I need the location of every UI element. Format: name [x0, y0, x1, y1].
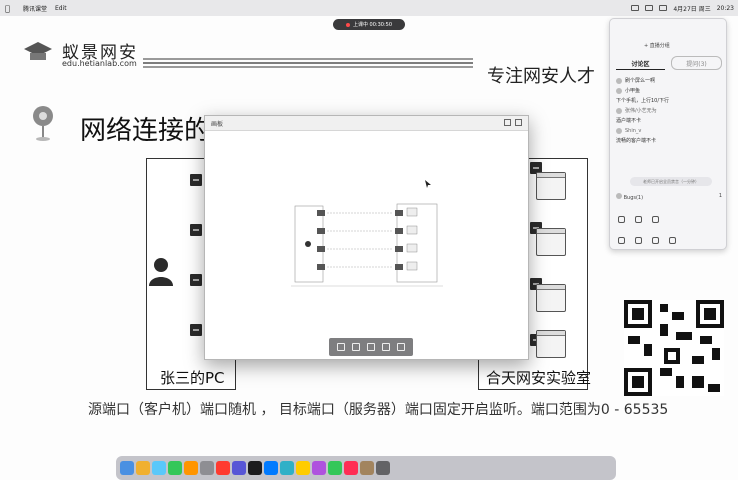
gift-icon[interactable]: [669, 237, 676, 244]
mail-icon[interactable]: [280, 461, 294, 475]
tab-discussion[interactable]: 讨论区: [616, 56, 665, 70]
screen:  腾讯课堂 Edit 4月27日 周三 20:23 蚁景网安 edu.heti…: [0, 0, 738, 480]
trash-icon[interactable]: [376, 461, 390, 475]
client-port-icon: [190, 224, 202, 236]
participant-name: Bugs(1): [623, 195, 644, 201]
launchpad-icon[interactable]: [136, 461, 150, 475]
calendar-icon[interactable]: [216, 461, 230, 475]
chat-tools-row: [618, 216, 659, 223]
menubar-date[interactable]: 4月27日 周三: [673, 4, 710, 13]
web-service-icon: [536, 172, 566, 200]
apple-icon[interactable]: : [5, 4, 15, 13]
logo-url: edu.hetianlab.com: [62, 59, 137, 68]
emoji-icon[interactable]: [635, 237, 642, 244]
client-port-icon: [190, 324, 202, 336]
music-app-icon[interactable]: [344, 461, 358, 475]
avatar: [616, 78, 622, 84]
qr-code-icon: [624, 300, 724, 396]
menu-app-name[interactable]: 腾讯课堂: [23, 4, 47, 13]
menubar:  腾讯课堂 Edit 4月27日 周三 20:23: [0, 0, 738, 16]
game-service-icon: [536, 284, 566, 312]
avatar: [616, 108, 622, 114]
avatar: [616, 88, 622, 94]
minimize-icon[interactable]: [504, 119, 511, 126]
slide-caption: 源端口（客户机）端口随机 ， 目标端口（服务器）端口固定开启监听。端口范围为0 …: [88, 402, 669, 418]
chat-message: 酒户端不卡: [616, 118, 642, 124]
chat-message: 张伟/小艺无为: [616, 106, 722, 116]
scissors-icon[interactable]: [635, 216, 642, 223]
messages-icon[interactable]: [168, 461, 182, 475]
mouse-cursor-icon: [425, 180, 431, 188]
chat-messages: 刷个屏么一啊 小甲鱼 下个手机，上行10/下行 张伟/小艺无为 酒户端不卡 Sh…: [616, 76, 722, 146]
whiteboard-window[interactable]: 画板: [204, 115, 529, 360]
header-stripes: [143, 58, 473, 70]
archive-icon[interactable]: [360, 461, 374, 475]
dock: [116, 456, 616, 480]
chat-panel: + 直播分组 讨论区 提问(3) 刷个屏么一啊 小甲鱼 下个手机，上行10/下行…: [609, 18, 727, 250]
slogan: 专注网安人才: [487, 66, 595, 87]
chat-tabs: 讨论区 提问(3): [616, 56, 722, 70]
client-pc-label: 张三的PC: [160, 369, 225, 387]
whiteboard-title-bar[interactable]: 画板: [205, 116, 528, 131]
status-area: 4月27日 周三 20:23: [631, 0, 734, 16]
chat-message: Shin_v: [616, 126, 722, 136]
file-service-icon: [536, 330, 566, 358]
live-group-button[interactable]: + 直播分组: [644, 42, 670, 49]
server-lab-label: 合天网安实验室: [486, 369, 592, 387]
participant-row: Bugs(1) 1: [616, 193, 722, 201]
zoom-in-icon[interactable]: [382, 343, 391, 351]
music-icon[interactable]: [652, 237, 659, 244]
chat-message: 刷个屏么一啊: [616, 76, 722, 86]
control-center-icon[interactable]: [659, 5, 668, 11]
app-store-icon[interactable]: [264, 461, 278, 475]
battery-icon[interactable]: [631, 5, 640, 11]
terminal-icon[interactable]: [248, 461, 262, 475]
close-icon[interactable]: [515, 119, 522, 126]
settings-icon[interactable]: [200, 461, 214, 475]
finder-icon[interactable]: [120, 461, 134, 475]
avatar: [616, 193, 622, 199]
like-icon[interactable]: [618, 216, 625, 223]
recording-label: 上课中 00:30:50: [352, 22, 393, 28]
mute-notice: 老师已开启全员禁言（一分钟）: [630, 177, 712, 186]
chat-input-row: [618, 237, 676, 244]
wifi-icon[interactable]: [645, 5, 654, 11]
client-port-icon: [190, 174, 202, 186]
save-icon[interactable]: [366, 343, 375, 351]
podcast-icon[interactable]: [312, 461, 326, 475]
window-controls: [504, 119, 522, 126]
microphone-icon[interactable]: [618, 237, 625, 244]
menu-edit[interactable]: Edit: [55, 5, 67, 12]
folder-icon[interactable]: [296, 461, 310, 475]
slide-title: 网络连接的: [80, 116, 211, 146]
menubar-clock[interactable]: 20:23: [717, 5, 734, 12]
user-icon: [149, 258, 173, 286]
whiteboard-title: 画板: [211, 120, 224, 128]
whiteboard-toolbar: [329, 338, 413, 356]
notes-icon[interactable]: [232, 461, 246, 475]
logo-icon: [24, 42, 52, 60]
safari-icon[interactable]: [152, 461, 166, 475]
tab-questions[interactable]: 提问(3): [671, 56, 722, 70]
zoom-out-icon[interactable]: [397, 343, 406, 351]
location-pin-icon: [33, 106, 53, 141]
photos-icon[interactable]: [184, 461, 198, 475]
avatar: [616, 128, 622, 134]
record-dot-icon: [345, 22, 350, 27]
recording-indicator[interactable]: 上课中 00:30:50: [333, 19, 405, 30]
image-icon[interactable]: [652, 216, 659, 223]
pen-tool-icon[interactable]: [336, 343, 345, 351]
participant-counter: 1: [718, 193, 722, 199]
whiteboard-thumbnail-diagram: [291, 203, 443, 287]
mail-service-icon: [536, 228, 566, 256]
client-port-icon: [190, 274, 202, 286]
eraser-tool-icon[interactable]: [351, 343, 360, 351]
chat-message: 流畅的客户端不卡: [616, 138, 657, 144]
facetime-icon[interactable]: [328, 461, 342, 475]
chat-message: 下个手机，上行10/下行: [616, 98, 670, 104]
chat-message: 小甲鱼: [616, 86, 722, 96]
